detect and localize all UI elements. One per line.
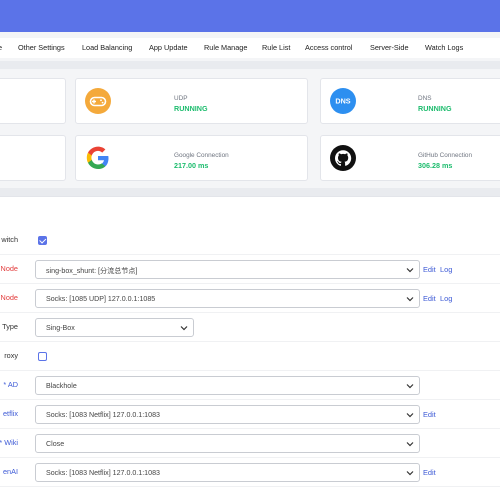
row-label: Node [0,293,18,302]
select-value: sing-box_shunt: [分流总节点] [46,267,138,275]
row-label: enAI [2,467,18,476]
tab-rule-manage[interactable]: Rule Manage [204,38,247,58]
row-label: witch [1,235,18,244]
section-divider [0,188,500,196]
udp-status-card: UDP RUNNING [75,78,308,124]
card-latency-value: 306.28 ms [418,161,453,170]
log-link[interactable]: Log [440,265,452,274]
card-title: UDP [174,95,188,102]
tab-load-balancing[interactable]: Load Balancing [82,38,132,58]
select-value: Sing-Box [46,324,75,332]
chevron-down-icon [406,413,414,418]
row-label: Type [2,322,18,331]
tcp-node-select[interactable]: sing-box_shunt: [分流总节点] [35,260,420,279]
tab-watch-logs[interactable]: Watch Logs [425,38,463,58]
proxy-checkbox[interactable] [38,352,47,361]
select-value: Blackhole [46,382,77,390]
form-row: Type Sing-Box [0,314,500,342]
card-latency-value: 217.00 ms [174,161,209,170]
row-label: Node [0,264,18,273]
chevron-down-icon [180,326,188,331]
github-icon [330,145,356,171]
edit-link[interactable]: Edit [423,410,436,419]
select-value: Socks: [1083 Netflix] 127.0.0.1:1083 [46,411,160,419]
wiki-rule-select[interactable]: Close [35,434,420,453]
card-status-value: RUNNING [418,104,452,113]
chevron-down-icon [406,297,414,302]
ad-rule-select[interactable]: Blackhole [35,376,420,395]
dns-status-card: DNS DNS RUNNING [320,78,500,124]
chevron-down-icon [406,268,414,273]
openai-rule-select[interactable]: Socks: [1083 Netflix] 127.0.0.1:1083 [35,463,420,482]
status-card-partial [0,78,66,124]
github-connection-card: GitHub Connection 306.28 ms [320,135,500,181]
row-label: * AD [3,380,18,389]
edit-link[interactable]: Edit [423,468,436,477]
google-icon [86,146,109,169]
card-title: DNS [418,95,432,102]
select-value: Socks: [1083 Netflix] 127.0.0.1:1083 [46,469,160,477]
tab-app-update[interactable]: App Update [149,38,188,58]
form-row: * Wiki Close [0,430,500,458]
settings-section-header [0,196,500,221]
edit-link[interactable]: Edit [423,265,436,274]
form-row: witch [0,227,500,255]
card-status-value: RUNNING [174,104,208,113]
udp-node-select[interactable]: Socks: [1085 UDP] 127.0.0.1:1085 [35,289,420,308]
form-row: * AD Blackhole [0,372,500,400]
main-switch-checkbox[interactable] [38,236,47,245]
log-link[interactable]: Log [440,294,452,303]
chevron-down-icon [406,442,414,447]
form-row: Node Socks: [1085 UDP] 127.0.0.1:1085 Ed… [0,285,500,313]
tab-other-settings[interactable]: Other Settings [18,38,65,58]
row-label: roxy [4,351,18,360]
form-row: Node sing-box_shunt: [分流总节点] Edit Log [0,256,500,284]
svg-text:DNS: DNS [335,97,350,106]
form-row: roxy [0,343,500,371]
status-card-partial [0,135,66,181]
gamepad-icon [85,88,111,114]
tab-server-side[interactable]: Server-Side [370,38,409,58]
netflix-rule-select[interactable]: Socks: [1083 Netflix] 127.0.0.1:1083 [35,405,420,424]
select-value: Socks: [1085 UDP] 127.0.0.1:1085 [46,295,156,303]
settings-form: witch Node sing-box_shunt: [分流总节点] Edit … [0,221,500,500]
edit-link[interactable]: Edit [423,294,436,303]
chevron-down-icon [406,384,414,389]
tab-access-control[interactable]: Access control [305,38,352,58]
row-label: * Wiki [0,438,18,447]
status-cards: UDP RUNNING DNS DNS RUNNING Google Conne… [0,70,500,185]
dns-icon: DNS [330,88,356,114]
section-divider [0,61,500,69]
tab-partial[interactable]: e [0,38,2,58]
nav-tabs: e Other Settings Load Balancing App Upda… [0,38,500,58]
select-value: Close [46,440,65,448]
google-connection-card: Google Connection 217.00 ms [75,135,308,181]
type-select[interactable]: Sing-Box [35,318,194,337]
row-label: etflix [2,409,18,418]
tab-rule-list[interactable]: Rule List [262,38,290,58]
top-header-bar [0,0,500,32]
form-row: enAI Socks: [1083 Netflix] 127.0.0.1:108… [0,459,500,487]
card-title: GitHub Connection [418,152,472,159]
chevron-down-icon [406,471,414,476]
card-title: Google Connection [174,152,229,159]
form-row: etflix Socks: [1083 Netflix] 127.0.0.1:1… [0,401,500,429]
